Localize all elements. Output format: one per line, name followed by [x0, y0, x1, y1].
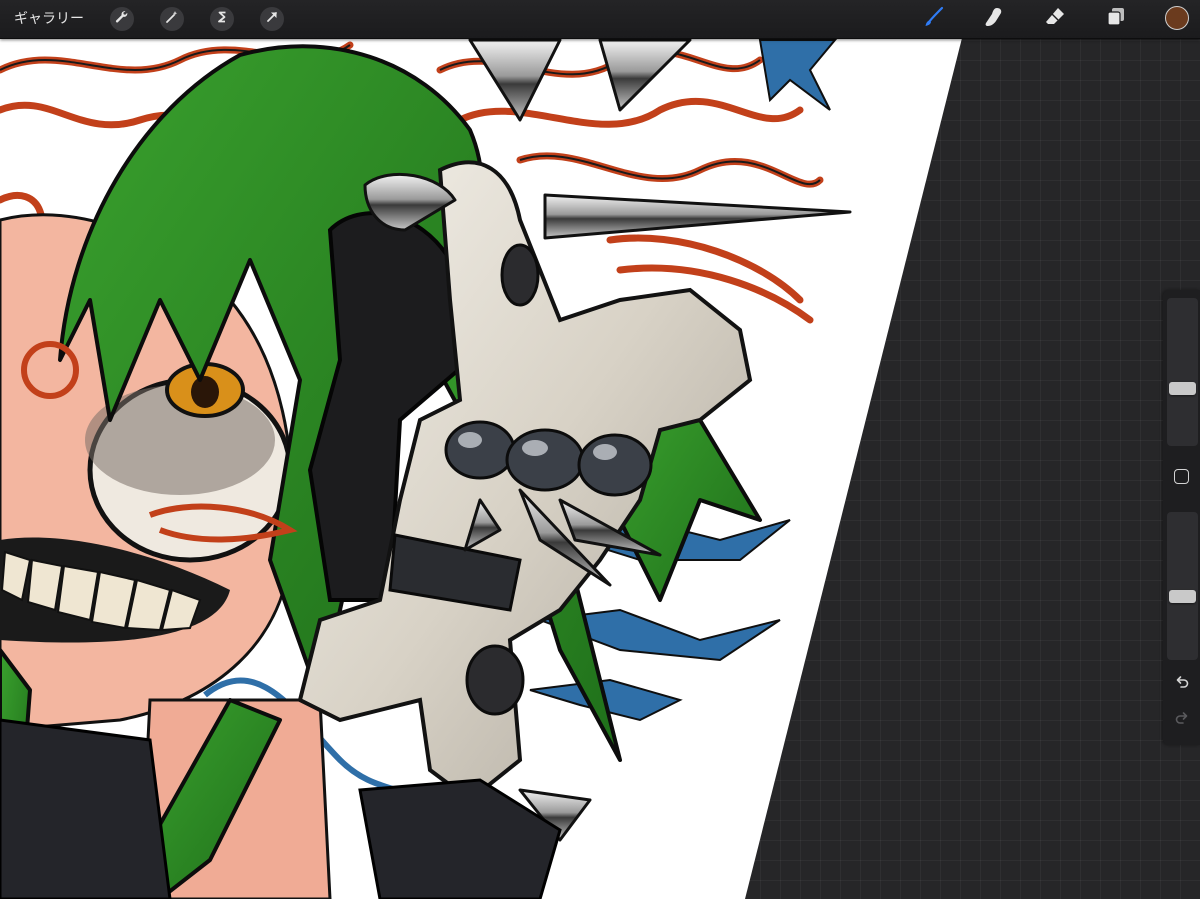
smudge-tool-button[interactable]: [981, 6, 1007, 32]
redo-button[interactable]: [1172, 710, 1192, 730]
eraser-tool-button[interactable]: [1042, 6, 1068, 32]
brush-size-slider[interactable]: [1167, 298, 1198, 446]
glove-palm-pad: [465, 644, 525, 716]
wrench-icon: [114, 9, 130, 29]
brush-tool-button[interactable]: [921, 6, 947, 32]
glove-finger-pad: [500, 243, 540, 307]
jacket: [0, 718, 172, 899]
layers-button[interactable]: [1103, 6, 1129, 32]
smudge-finger-icon: [982, 5, 1006, 33]
adjustments-button[interactable]: [160, 7, 184, 31]
actions-button[interactable]: [110, 7, 134, 31]
magic-wand-icon: [164, 9, 180, 29]
arrow-cursor-icon: [264, 9, 280, 29]
transform-button[interactable]: [260, 7, 284, 31]
eraser-icon: [1043, 5, 1067, 33]
opacity-thumb[interactable]: [1169, 590, 1196, 604]
artwork[interactable]: [0, 0, 1200, 899]
brush-size-thumb[interactable]: [1169, 381, 1196, 395]
opacity-slider[interactable]: [1167, 512, 1198, 660]
undo-arrow-icon: [1174, 674, 1190, 694]
gallery-button[interactable]: ギャラリー: [14, 9, 84, 29]
procreate-workspace: ギャラリー: [0, 0, 1200, 899]
selection-s-icon: [214, 9, 230, 29]
undo-button[interactable]: [1172, 674, 1192, 694]
top-toolbar: ギャラリー: [0, 0, 1200, 39]
sidebar: [1163, 290, 1200, 745]
selection-button[interactable]: [210, 7, 234, 31]
drawing-canvas[interactable]: [0, 0, 1200, 899]
brush-icon: [922, 5, 946, 33]
modify-button[interactable]: [1174, 469, 1189, 484]
color-swatch-button[interactable]: [1165, 6, 1189, 30]
eye-pupil: [191, 376, 219, 408]
redo-arrow-icon: [1174, 710, 1190, 730]
layers-icon: [1104, 5, 1128, 33]
